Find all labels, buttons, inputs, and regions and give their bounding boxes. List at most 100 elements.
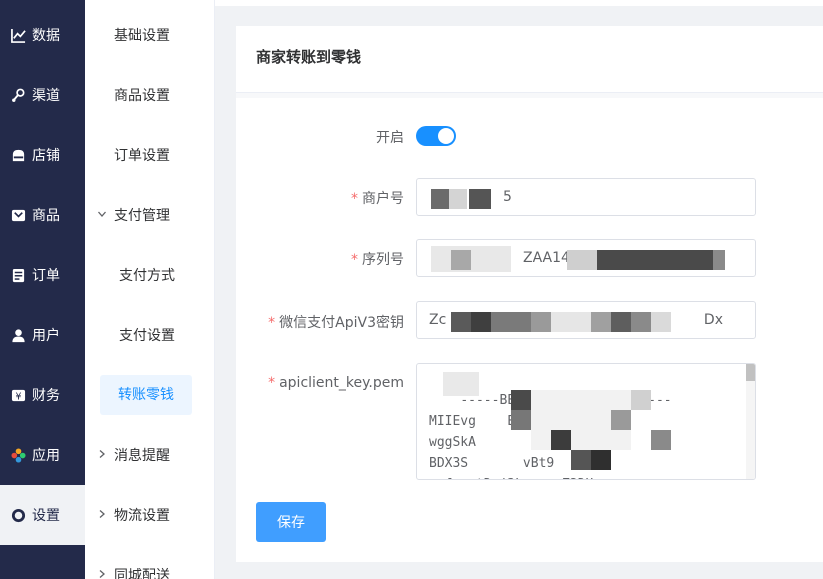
product-icon — [10, 207, 26, 223]
chevron-right-icon — [97, 509, 107, 522]
link-icon — [10, 87, 26, 103]
required-asterisk: * — [351, 252, 358, 268]
pixelated-mosaic — [443, 372, 479, 396]
pixelated-mosaic — [531, 312, 551, 332]
pem-key-label-text: apiclient_key.pem — [279, 375, 404, 391]
pixelated-mosaic — [567, 250, 597, 270]
primary-sidebar: 数据 渠道 店铺 商品 订单 用户 ¥ 财务 应用 设置 — [0, 0, 85, 579]
divider — [236, 93, 823, 98]
subnav-item-label: 消息提醒 — [114, 448, 170, 464]
subnav-item-payment-methods[interactable]: 支付方式 — [85, 245, 215, 305]
pixelated-mosaic — [611, 312, 631, 332]
nav-item-label: 应用 — [32, 448, 60, 464]
nav-item-order[interactable]: 订单 — [0, 245, 85, 305]
page-title: 商家转账到零钱 — [256, 48, 362, 66]
pixelated-mosaic — [611, 410, 631, 430]
api-v3-key-label-text: 微信支付ApiV3密钥 — [279, 315, 404, 331]
subnav-item-basic[interactable]: 基础设置 — [85, 5, 215, 65]
nav-item-product[interactable]: 商品 — [0, 185, 85, 245]
subnav-item-notifications[interactable]: 消息提醒 — [85, 425, 215, 485]
subnav-item-label: 商品设置 — [114, 88, 170, 104]
merchant-id-value: 5 — [503, 189, 512, 205]
nav-item-data[interactable]: 数据 — [0, 5, 85, 65]
subnav-item-label: 支付设置 — [119, 328, 175, 344]
finance-icon: ¥ — [10, 387, 26, 403]
subnav-item-label: 同城配送 — [114, 568, 170, 579]
merchant-id-label: * 商户号 — [351, 188, 404, 208]
api-v3-key-value-end: Dx — [703, 312, 723, 328]
pem-key-textarea[interactable]: -----BEGIN PRIVATE KEY----- MIIEvg EAASC… — [416, 363, 756, 480]
pixelated-mosaic — [597, 250, 717, 270]
store-icon — [10, 147, 26, 163]
subnav-item-label: 转账零钱 — [100, 375, 192, 415]
nav-item-label: 商品 — [32, 208, 60, 224]
pixelated-mosaic — [631, 312, 651, 332]
chart-icon — [10, 27, 26, 43]
required-asterisk: * — [351, 191, 358, 207]
pixelated-mosaic — [469, 189, 491, 209]
pixelated-mosaic — [551, 430, 571, 450]
pixelated-mosaic — [491, 312, 531, 332]
subnav-item-label: 物流设置 — [114, 508, 170, 524]
api-v3-key-label: * 微信支付ApiV3密钥 — [268, 312, 404, 332]
pixelated-mosaic — [591, 312, 611, 332]
subnav-item-transfer[interactable]: 转账零钱 — [85, 365, 215, 425]
order-icon — [10, 267, 26, 283]
enable-label: 开启 — [376, 127, 404, 147]
subnav-item-label: 支付方式 — [119, 268, 175, 284]
pixelated-mosaic — [451, 250, 471, 270]
chevron-right-icon — [97, 569, 107, 579]
save-button[interactable]: 保存 — [256, 502, 326, 542]
nav-item-settings[interactable]: 设置 — [0, 485, 85, 545]
nav-item-channel[interactable]: 渠道 — [0, 65, 85, 125]
nav-item-apps[interactable]: 应用 — [0, 425, 85, 485]
serial-number-label-text: 序列号 — [362, 252, 404, 268]
subnav-item-payment[interactable]: 支付管理 — [85, 185, 215, 245]
subnav-item-label: 支付管理 — [114, 208, 170, 224]
pixelated-mosaic — [471, 312, 491, 332]
api-v3-key-input[interactable]: Zc Dx — [416, 301, 756, 339]
subnav-item-logistics[interactable]: 物流设置 — [85, 485, 215, 545]
pixelated-mosaic — [631, 390, 651, 410]
enable-toggle[interactable] — [416, 126, 456, 146]
subnav-item-payment-settings[interactable]: 支付设置 — [85, 305, 215, 365]
subnav-item-product[interactable]: 商品设置 — [85, 65, 215, 125]
nav-item-label: 渠道 — [32, 88, 60, 104]
nav-item-label: 用户 — [32, 328, 60, 344]
serial-number-input[interactable]: ZAA14BC09 53I — [416, 239, 756, 277]
nav-item-store[interactable]: 店铺 — [0, 125, 85, 185]
subnav-item-local-delivery[interactable]: 同城配送 — [85, 545, 215, 579]
settings-icon — [10, 507, 26, 523]
nav-item-finance[interactable]: ¥ 财务 — [0, 365, 85, 425]
pixelated-mosaic — [651, 430, 671, 450]
pixelated-mosaic — [713, 250, 725, 270]
pixelated-mosaic — [551, 312, 591, 332]
pixelated-mosaic — [571, 450, 591, 470]
nav-item-label: 财务 — [32, 388, 60, 404]
apps-icon — [10, 447, 26, 463]
toggle-knob — [438, 128, 454, 144]
subnav-item-order[interactable]: 订单设置 — [85, 125, 215, 185]
svg-text:¥: ¥ — [15, 391, 21, 402]
nav-item-user[interactable]: 用户 — [0, 305, 85, 365]
nav-item-label: 数据 — [32, 28, 60, 44]
pixelated-mosaic — [591, 450, 611, 470]
pixelated-mosaic — [651, 312, 671, 332]
nav-item-label: 设置 — [32, 508, 60, 524]
merchant-id-input[interactable]: 5 — [416, 178, 756, 216]
scrollbar-thumb[interactable] — [746, 364, 755, 381]
top-strip — [215, 0, 823, 6]
secondary-sidebar: 基础设置 商品设置 订单设置 支付管理 支付方式 支付设置 转账零钱 消息提醒 … — [85, 0, 215, 579]
nav-item-label: 店铺 — [32, 148, 60, 164]
scrollbar-track[interactable] — [746, 364, 755, 479]
pixelated-mosaic — [511, 390, 531, 410]
chevron-down-icon — [97, 209, 107, 222]
pem-key-label: * apiclient_key.pem — [268, 375, 404, 391]
pixelated-mosaic — [431, 246, 511, 272]
pixelated-mosaic — [511, 410, 531, 430]
enable-label-text: 开启 — [376, 130, 404, 146]
required-asterisk: * — [268, 375, 276, 391]
subnav-item-label: 订单设置 — [114, 148, 170, 164]
pixelated-mosaic — [451, 312, 471, 332]
api-v3-key-value-start: Zc — [429, 312, 447, 328]
